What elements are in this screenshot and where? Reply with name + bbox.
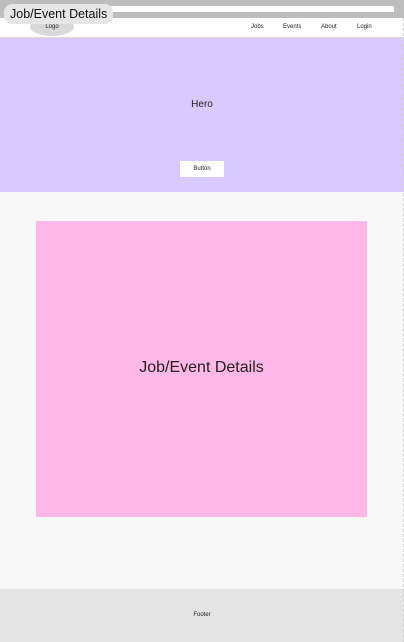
content-section: Job/Event Details [0,192,404,589]
footer: Footer [0,589,404,642]
details-panel: Job/Event Details [36,221,367,517]
nav-link-about[interactable]: About [321,18,337,37]
hero-section: Hero Button [0,38,404,192]
footer-label: Footer [193,612,211,618]
nav-link-events[interactable]: Events [283,18,301,37]
hero-title: Hero [191,99,213,110]
page: Job/Event Details Logo Jobs Events About… [0,0,404,642]
page-title: Job/Event Details [4,4,114,24]
nav-link-login[interactable]: Login [357,18,372,37]
details-title: Job/Event Details [139,359,264,376]
nav-link-jobs[interactable]: Jobs [251,18,264,37]
hero-button[interactable]: Button [180,161,224,177]
